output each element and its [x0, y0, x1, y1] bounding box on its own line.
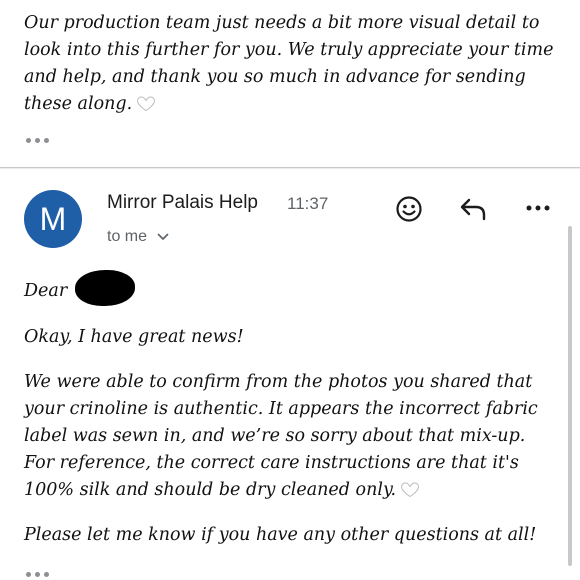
more-options-icon [526, 205, 550, 211]
white-heart-icon [401, 482, 419, 498]
ellipsis-dot [35, 138, 40, 143]
recipient-label: to me [107, 228, 148, 245]
chevron-down-icon [157, 233, 169, 240]
message-time: 11:37 [287, 194, 329, 213]
redacted-name [75, 270, 136, 306]
message-paragraph: Okay, I have great news! [24, 327, 244, 347]
message-body: Dear Okay, I have great news! We were ab… [24, 270, 560, 567]
reply-button[interactable] [456, 193, 490, 225]
reply-icon [460, 198, 486, 221]
ellipsis-icon [26, 138, 31, 143]
avatar-letter: M [39, 200, 67, 237]
show-trimmed-content-button[interactable] [26, 138, 49, 143]
previous-message-body: Our production team just needs a bit mor… [24, 10, 564, 118]
ellipsis-dot [44, 138, 49, 143]
recipient-details-toggle[interactable]: to me [107, 228, 169, 246]
message-paragraph-text: We were able to confirm from the photos … [24, 372, 538, 500]
more-options-button[interactable] [523, 196, 553, 220]
sender-name[interactable]: Mirror Palais Help [107, 192, 258, 214]
greeting-line: Dear [24, 270, 560, 306]
message-paragraph: Please let me know if you have any other… [24, 525, 537, 545]
emoji-reaction-button[interactable] [393, 193, 425, 225]
scrollbar[interactable] [568, 226, 572, 566]
message-divider-shadow [0, 168, 580, 169]
ellipsis-icon [26, 572, 31, 577]
ellipsis-dot [44, 572, 49, 577]
ellipsis-dot [35, 572, 40, 577]
message-paragraph: We were able to confirm from the photos … [24, 369, 560, 504]
greeting-text: Dear [24, 281, 68, 301]
emoji-reaction-icon [396, 196, 422, 222]
previous-message-text: Our production team just needs a bit mor… [24, 13, 554, 114]
avatar[interactable]: M [24, 190, 82, 248]
show-trimmed-content-button[interactable] [26, 572, 49, 577]
white-heart-icon [137, 96, 156, 112]
